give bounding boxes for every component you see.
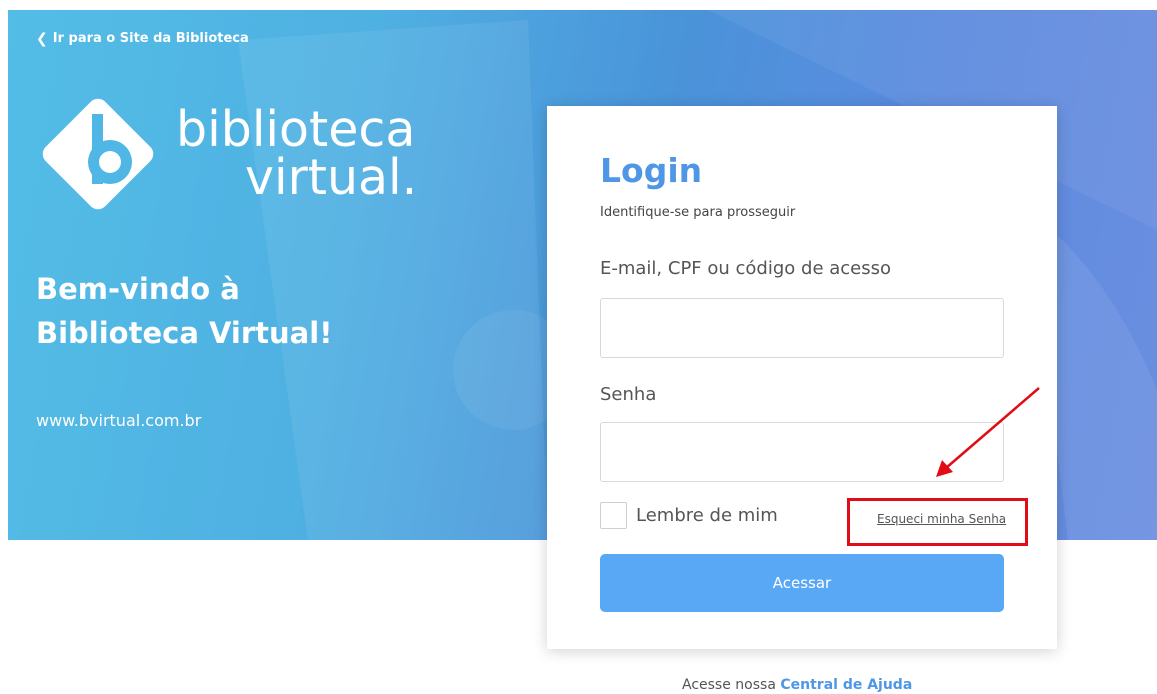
user-field-label: E-mail, CPF ou código de acesso xyxy=(600,258,892,279)
login-title: Login xyxy=(600,151,703,190)
login-page: ❮ Ir para o Site da Biblioteca bibliotec… xyxy=(0,0,1157,694)
chevron-left-icon: ❮ xyxy=(36,30,48,47)
help-prefix: Acesse nossa xyxy=(682,677,776,693)
remember-me-label: Lembre de mim xyxy=(636,505,778,526)
login-subtitle: Identifique-se para prosseguir xyxy=(600,205,796,220)
back-link-label: Ir para o Site da Biblioteca xyxy=(52,31,249,46)
help-center-link[interactable]: Central de Ajuda xyxy=(780,677,912,693)
password-input[interactable] xyxy=(600,422,1004,482)
logo-text-line2: virtual. xyxy=(245,149,417,206)
welcome-line1: Bem-vindo à xyxy=(36,272,240,306)
forgot-password-link[interactable]: Esqueci minha Senha xyxy=(877,512,1006,526)
remember-me[interactable]: Lembre de mim xyxy=(600,502,778,529)
welcome-heading: Bem-vindo à Biblioteca Virtual! xyxy=(36,267,396,355)
user-input[interactable] xyxy=(600,298,1004,358)
submit-button[interactable]: Acessar xyxy=(600,554,1004,612)
password-field-label: Senha xyxy=(600,384,657,405)
login-card: Login Identifique-se para prosseguir E-m… xyxy=(547,106,1057,649)
bv-logo-icon xyxy=(42,98,154,210)
help-center-text: Acesse nossa Central de Ajuda xyxy=(682,677,912,693)
welcome-line2: Biblioteca Virtual! xyxy=(36,316,333,350)
site-url: www.bvirtual.com.br xyxy=(36,411,202,430)
remember-me-checkbox[interactable] xyxy=(600,502,627,529)
biblioteca-virtual-logo: biblioteca virtual. xyxy=(42,98,417,210)
back-to-library-site-link[interactable]: ❮ Ir para o Site da Biblioteca xyxy=(36,31,249,46)
